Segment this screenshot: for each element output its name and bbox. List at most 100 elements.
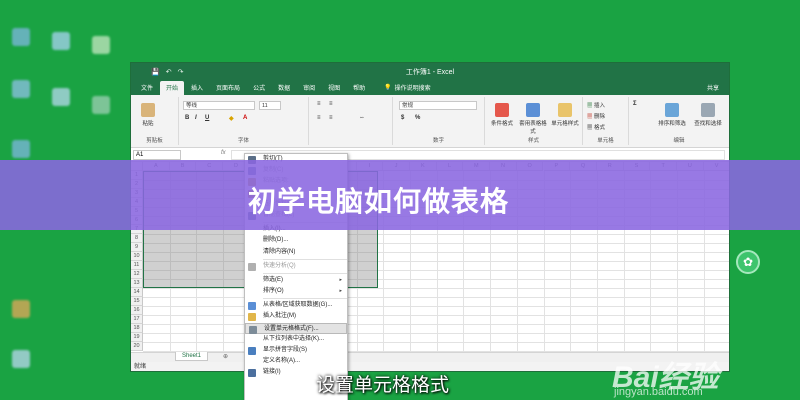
sheet-tab-sheet1[interactable]: Sheet1 xyxy=(175,352,209,361)
add-sheet-icon[interactable]: ⊕ xyxy=(223,353,228,360)
percent-button[interactable]: % xyxy=(415,115,420,121)
font-group-label: 字体 xyxy=(237,138,249,144)
context-menu-item[interactable]: 显示拼音字段(S) xyxy=(245,345,347,356)
context-menu-item-label: 链接(I) xyxy=(263,369,281,376)
desktop-icon[interactable] xyxy=(52,32,70,50)
number-format-select[interactable]: 常规 xyxy=(399,101,477,110)
row-header[interactable]: 20 xyxy=(131,342,143,351)
context-menu-item[interactable]: 设置单元格格式(F)... xyxy=(245,322,347,334)
row-header[interactable]: 19 xyxy=(131,333,143,342)
align-top-icon[interactable]: ≡ xyxy=(317,101,321,107)
share-button[interactable]: 共享 xyxy=(697,81,729,95)
tell-me-label: 操作说明搜索 xyxy=(394,86,431,92)
bold-button[interactable]: B xyxy=(185,115,189,121)
delete-cells-button[interactable]: ▦ 删除 xyxy=(587,112,605,120)
context-menu-item-label: 从表格/区域获取数据(G)... xyxy=(263,302,333,309)
tab-home[interactable]: 开始 xyxy=(160,81,185,95)
currency-button[interactable]: $ xyxy=(401,115,404,121)
underline-button[interactable]: U xyxy=(205,115,209,121)
lightbulb-icon: 💡 xyxy=(384,85,392,91)
tab-help[interactable]: 帮助 xyxy=(347,81,371,95)
row-header[interactable]: 10 xyxy=(131,252,143,261)
row-header[interactable]: 16 xyxy=(131,306,143,315)
menu-separator xyxy=(263,258,347,260)
autosum-icon[interactable]: Σ xyxy=(633,101,637,107)
align-left-icon[interactable]: ≡ xyxy=(317,115,321,121)
tell-me-search[interactable]: 💡 操作说明搜索 xyxy=(378,81,437,95)
format-cells-button[interactable]: ▦ 格式 xyxy=(587,123,605,131)
desktop-icon[interactable] xyxy=(12,140,30,158)
table-format-icon xyxy=(526,103,540,117)
sticker-icon: ✿ xyxy=(736,250,760,274)
font-size-select[interactable]: 11 xyxy=(259,101,281,110)
menu-separator xyxy=(263,298,347,300)
alignment-group: ≡ ≡ ≡ ≡ ⇔ xyxy=(309,97,393,145)
desktop-icon[interactable] xyxy=(12,28,30,46)
share-label: 共享 xyxy=(706,86,719,92)
font-group: 等线 11 B I U ◆ A 字体 xyxy=(179,97,309,145)
row-header[interactable]: 14 xyxy=(131,288,143,297)
context-menu-item[interactable]: 插入批注(M) xyxy=(245,311,347,322)
row-header[interactable]: 13 xyxy=(131,279,143,288)
tab-view[interactable]: 视图 xyxy=(322,81,346,95)
desktop-icon[interactable] xyxy=(92,96,110,114)
row-header[interactable]: 18 xyxy=(131,324,143,333)
quick-analysis-icon xyxy=(248,262,256,271)
context-menu-item[interactable]: 从表格/区域获取数据(G)... xyxy=(245,300,347,311)
banner-title: 初学电脑如何做表格 xyxy=(248,186,510,217)
grid-line xyxy=(143,315,729,316)
conditional-format-button[interactable]: 条件格式 xyxy=(487,103,517,127)
cell-style-button[interactable]: 单元格样式 xyxy=(549,103,581,127)
tab-review[interactable]: 审阅 xyxy=(297,81,321,95)
context-menu-item[interactable]: 筛选(E) ▸ xyxy=(245,275,347,286)
desktop-icon[interactable] xyxy=(12,80,30,98)
context-menu-item-label: 快速分析(Q) xyxy=(263,262,296,269)
context-menu-item[interactable]: 从下拉列表中选择(K)... xyxy=(245,334,347,345)
context-menu-item[interactable]: 快速分析(Q) xyxy=(245,261,347,272)
insert-cells-button[interactable]: ▦ 插入 xyxy=(587,101,605,109)
format-cells-icon xyxy=(249,325,257,334)
sort-filter-button[interactable]: 排序和筛选 xyxy=(655,103,689,127)
row-header[interactable]: 17 xyxy=(131,315,143,324)
row-header[interactable]: 9 xyxy=(131,243,143,252)
number-group: 常规 $ % 数字 xyxy=(393,97,485,145)
tab-file[interactable]: 文件 xyxy=(135,81,159,95)
ribbon: 粘贴 剪贴板 等线 11 B I U ◆ A 字体 ≡ ≡ ≡ ≡ ⇔ 常规 $… xyxy=(131,95,729,148)
table-format-button[interactable]: 套用表格格式 xyxy=(517,103,549,135)
align-middle-icon[interactable]: ≡ xyxy=(329,101,333,107)
merge-cells-icon[interactable]: ⇔ xyxy=(359,115,365,121)
paste-button[interactable]: 粘贴 xyxy=(137,103,159,127)
cells-group: ▦ 插入 ▦ 删除 ▦ 格式 单元格 xyxy=(583,97,629,145)
pinyin-icon xyxy=(248,347,256,355)
tab-data[interactable]: 数据 xyxy=(272,81,296,95)
tab-formulas[interactable]: 公式 xyxy=(247,81,271,95)
context-menu-item[interactable]: 删除(D)... xyxy=(245,235,347,246)
row-header[interactable]: 15 xyxy=(131,297,143,306)
cell-style-icon xyxy=(558,103,572,117)
desktop-icon[interactable] xyxy=(12,300,30,318)
grid-line xyxy=(143,288,729,289)
font-color-icon[interactable]: A xyxy=(243,115,247,121)
grid-line xyxy=(143,297,729,298)
video-caption: 设置单元格格式 xyxy=(316,375,450,396)
format-cells-label: 格式 xyxy=(594,125,606,131)
tab-insert[interactable]: 插入 xyxy=(185,81,209,95)
tab-page-layout[interactable]: 页面布局 xyxy=(210,81,246,95)
fill-color-icon[interactable]: ◆ xyxy=(229,115,234,122)
fx-icon[interactable]: fx xyxy=(221,150,226,156)
italic-button[interactable]: I xyxy=(195,115,197,121)
align-center-icon[interactable]: ≡ xyxy=(329,115,333,121)
row-header[interactable]: 11 xyxy=(131,261,143,270)
number-group-label: 数字 xyxy=(432,138,444,144)
row-header[interactable]: 8 xyxy=(131,234,143,243)
name-box[interactable]: A1 xyxy=(133,150,181,160)
context-menu-item[interactable]: 排序(O) ▸ xyxy=(245,286,347,297)
context-menu-item[interactable]: 清除内容(N) xyxy=(245,247,347,258)
desktop-icon[interactable] xyxy=(52,88,70,106)
context-menu-item[interactable]: 定义名称(A)... xyxy=(245,356,347,367)
desktop-icon[interactable] xyxy=(92,36,110,54)
font-name-select[interactable]: 等线 xyxy=(183,101,255,110)
row-header[interactable]: 12 xyxy=(131,270,143,279)
find-select-button[interactable]: 查找和选择 xyxy=(691,103,725,127)
desktop-icon[interactable] xyxy=(12,350,30,368)
